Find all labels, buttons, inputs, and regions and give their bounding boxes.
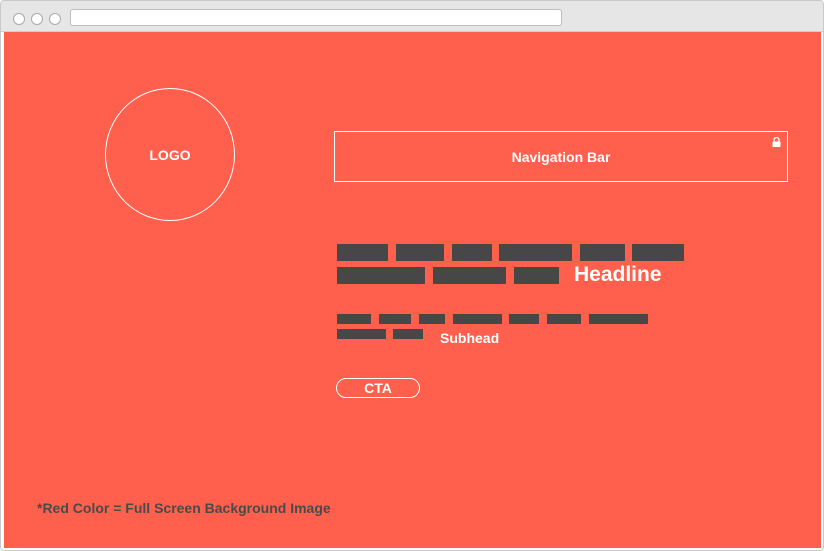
background-note: *Red Color = Full Screen Background Imag… [37,500,331,516]
placeholder-word-block [337,267,425,284]
full-screen-background-image: LOGO Navigation Bar Headline Subhead CTA… [4,32,821,548]
logo[interactable]: LOGO [105,88,235,221]
placeholder-word-block [514,267,559,284]
lock-icon [772,137,781,147]
headline: Headline [574,263,662,286]
navigation-bar[interactable]: Navigation Bar [334,131,788,182]
placeholder-word-block [452,244,492,261]
placeholder-word-block [419,314,445,324]
navigation-bar-label: Navigation Bar [511,148,611,165]
minimize-window-dot-icon[interactable] [31,13,43,25]
subhead: Subhead [440,330,500,346]
placeholder-word-block [396,244,444,261]
placeholder-word-block [379,314,411,324]
placeholder-word-block [337,329,386,339]
address-bar[interactable] [70,9,562,26]
placeholder-word-block [509,314,539,324]
placeholder-word-block [433,267,506,284]
placeholder-word-block [580,244,625,261]
placeholder-word-block [453,314,502,324]
placeholder-word-block [393,329,423,339]
placeholder-word-block [337,314,371,324]
browser-window: LOGO Navigation Bar Headline Subhead CTA… [0,0,824,551]
placeholder-word-block [632,244,684,261]
placeholder-word-block [589,314,648,324]
placeholder-word-block [547,314,581,324]
browser-title-bar [1,1,823,32]
placeholder-word-block [499,244,572,261]
placeholder-word-block [337,244,388,261]
maximize-window-dot-icon[interactable] [49,13,61,25]
cta-button[interactable]: CTA [336,378,420,398]
close-window-dot-icon[interactable] [13,13,25,25]
logo-label: LOGO [149,146,191,163]
